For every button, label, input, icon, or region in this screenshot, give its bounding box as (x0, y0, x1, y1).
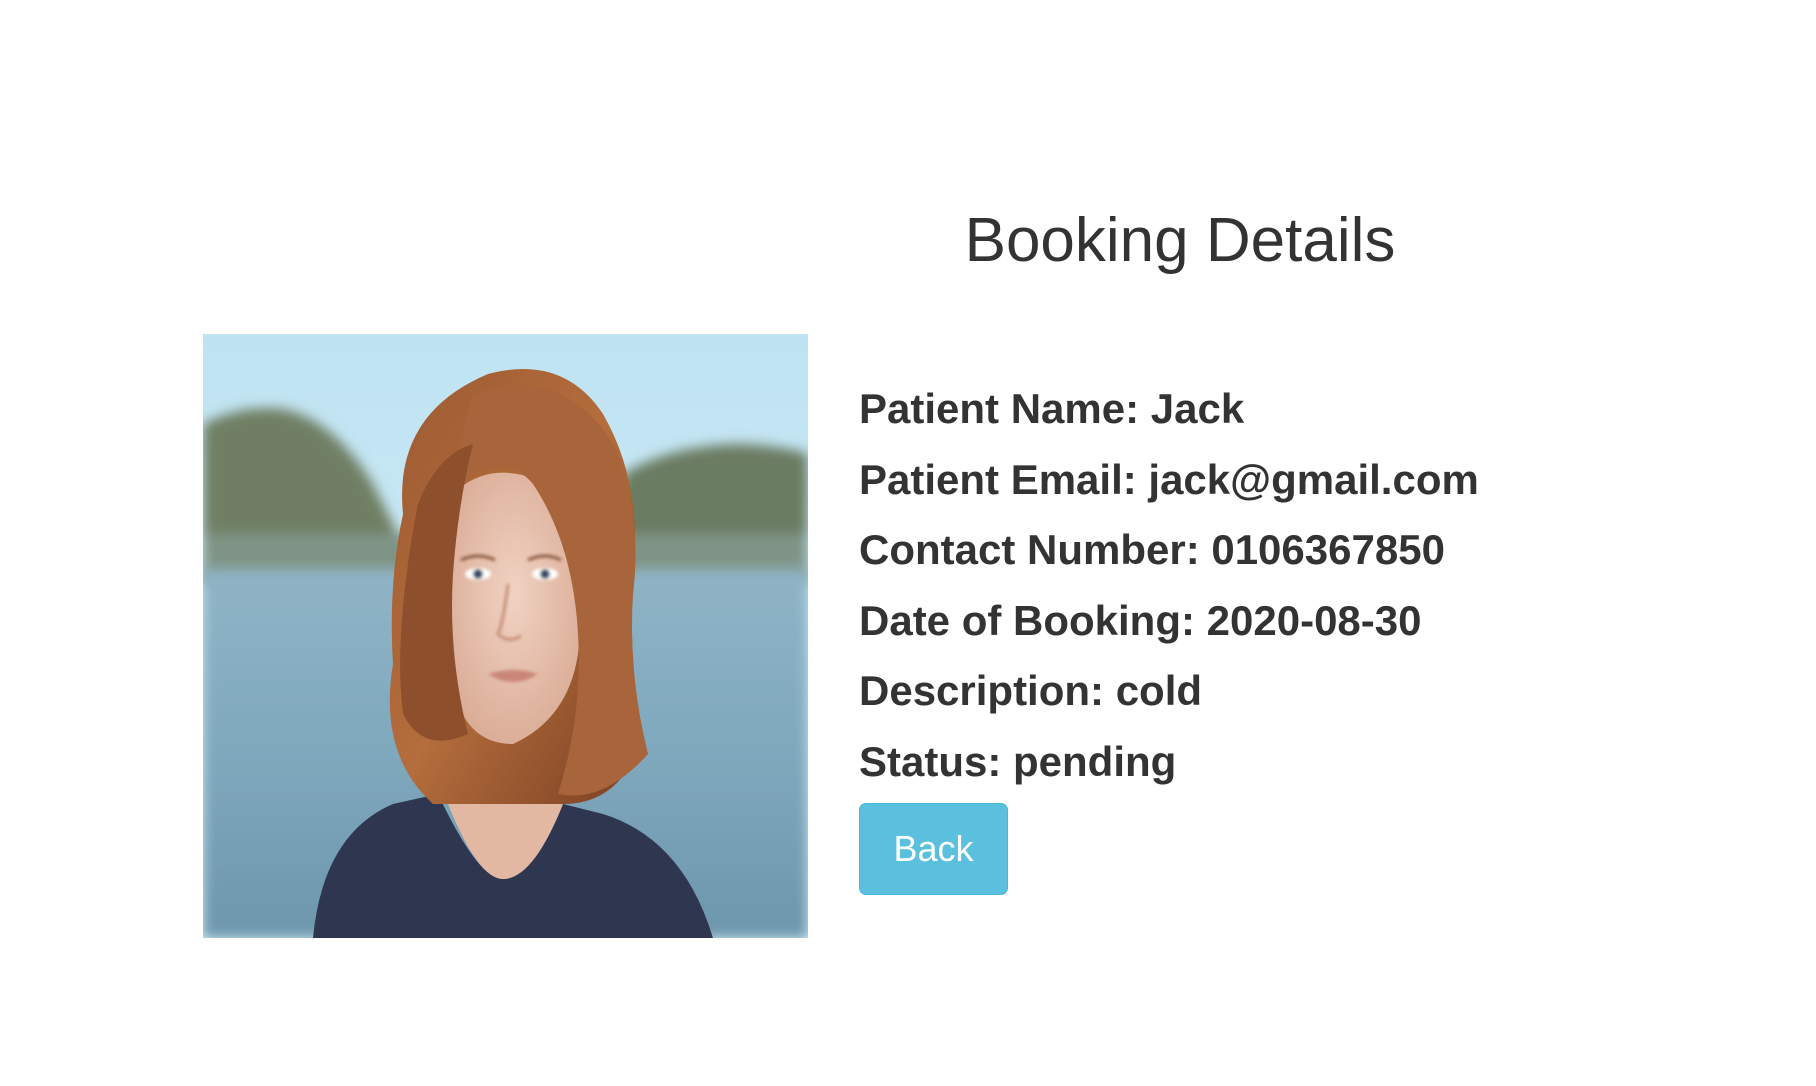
contact-number: Contact Number: 0106367850 (859, 526, 1445, 573)
patient-email: Patient Email: jack@gmail.com (859, 455, 1479, 503)
status: Status: pending (859, 737, 1177, 785)
page-title: Booking Details (964, 206, 1396, 275)
booking-details-list: Patient Name: Jack Patient Email: jack@g… (859, 374, 1759, 895)
booking-details-page: Booking Details Patient Name: Jack Patie… (0, 0, 1816, 1086)
back-button[interactable]: Back (859, 803, 1008, 895)
date-of-booking: Date of Booking: 2020-08-30 (859, 596, 1422, 644)
patient-photo (203, 334, 808, 938)
patient-name: Patient Name: Jack (859, 385, 1245, 432)
description: Description: cold (859, 667, 1203, 714)
